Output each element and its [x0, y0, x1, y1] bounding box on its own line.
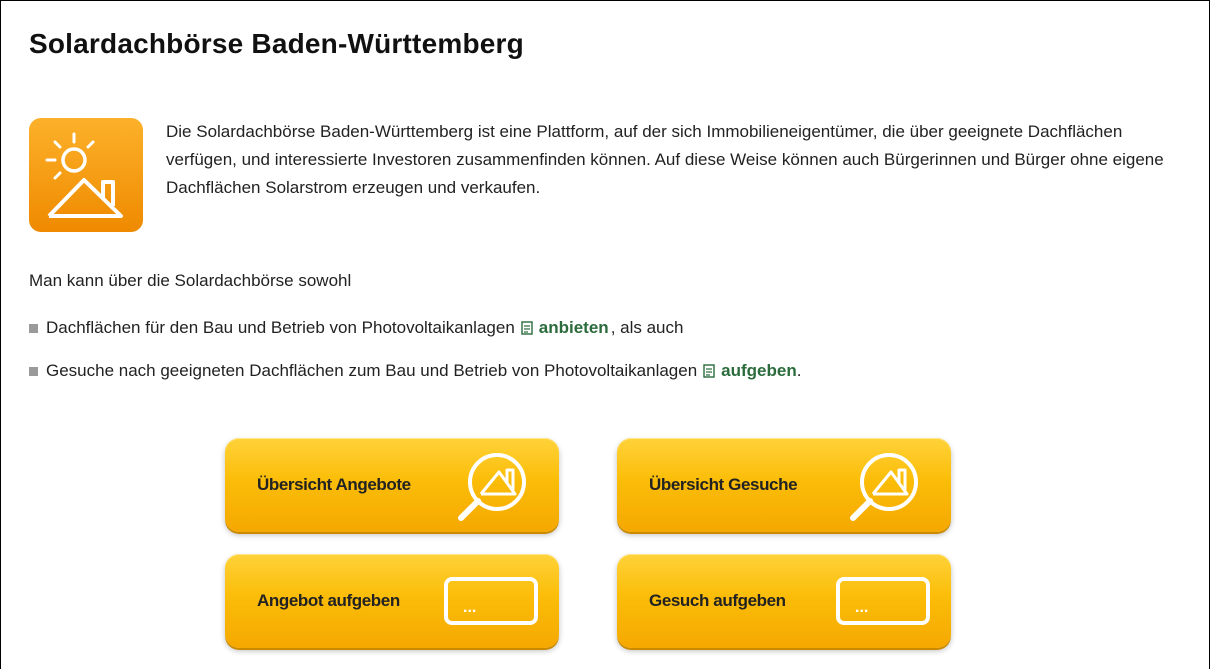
bullet-tail: .	[796, 361, 802, 380]
document-icon	[703, 364, 715, 378]
request-link[interactable]: aufgeben	[721, 361, 797, 381]
field-dots: ...	[855, 599, 868, 616]
post-request-button[interactable]: Gesuch aufgeben ...	[617, 554, 951, 648]
document-icon	[521, 321, 533, 335]
overview-requests-label: Übersicht Gesuche	[649, 475, 798, 494]
field-dots: ...	[463, 599, 476, 616]
page-frame: Solardachbörse Baden-Württemberg Die Sol…	[0, 0, 1210, 669]
overview-offers-label: Übersicht Angebote	[257, 475, 411, 494]
post-offer-label: Angebot aufgeben	[257, 591, 400, 610]
bullet-tail: , als auch	[610, 318, 684, 337]
list-item: Gesuche nach geeigneten Dachflächen zum …	[29, 357, 801, 385]
sun-house-icon	[29, 118, 143, 232]
intro-text: Die Solardachbörse Baden-Württemberg ist…	[166, 122, 1164, 197]
bullet-square-icon	[29, 323, 38, 333]
post-offer-button[interactable]: Angebot aufgeben ...	[225, 554, 559, 648]
bullet-square-icon	[29, 366, 38, 376]
page-title: Solardachbörse Baden-Württemberg	[29, 28, 524, 59]
list-item: Dachflächen für den Bau und Betrieb von …	[29, 314, 801, 342]
input-field-icon: ...	[444, 577, 538, 625]
bullet-text: Gesuche nach geeigneten Dachflächen zum …	[46, 361, 698, 380]
overview-offers-button[interactable]: Übersicht Angebote	[225, 438, 559, 532]
bullet-list: Dachflächen für den Bau und Betrieb von …	[29, 314, 801, 400]
magnifier-house-icon	[458, 453, 526, 521]
magnifier-house-icon	[850, 453, 918, 521]
input-field-icon: ...	[836, 577, 930, 625]
overview-requests-button[interactable]: Übersicht Gesuche	[617, 438, 951, 532]
post-request-label: Gesuch aufgeben	[649, 591, 786, 610]
offer-link[interactable]: anbieten	[539, 318, 609, 338]
bullet-text: Dachflächen für den Bau und Betrieb von …	[46, 318, 515, 337]
lead-text: Man kann über die Solardachbörse sowohl	[29, 271, 352, 290]
